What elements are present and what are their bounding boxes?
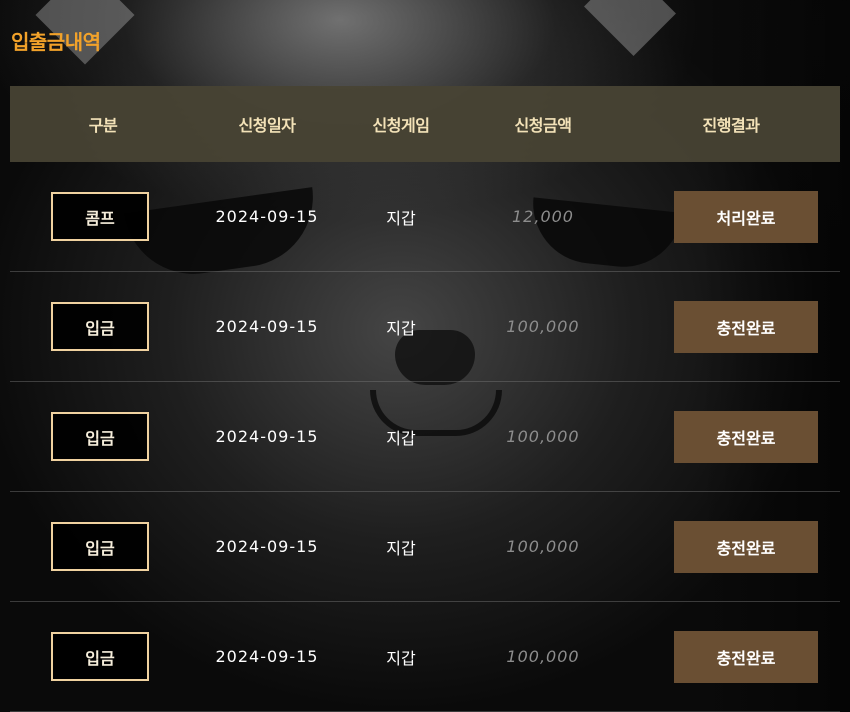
status-button[interactable]: 처리완료 [674, 190, 818, 243]
header-type: 구분 [88, 116, 118, 135]
type-badge: 입금 [51, 522, 149, 571]
type-badge: 입금 [51, 632, 149, 681]
table-header: 구분 신청일자 신청게임 신청금액 진행결과 [10, 86, 840, 162]
table-row: 입금 2024-09-15 지갑 100,000 충전완료 [10, 602, 840, 712]
request-date: 2024-09-15 [215, 426, 319, 446]
request-amount: 100,000 [506, 427, 580, 446]
table-row: 입금 2024-09-15 지갑 100,000 충전완료 [10, 272, 840, 382]
history-table: 구분 신청일자 신청게임 신청금액 진행결과 콤프 2024-09-15 지갑 … [10, 86, 840, 712]
status-button[interactable]: 충전완료 [674, 520, 818, 573]
request-date: 2024-09-15 [215, 316, 319, 336]
request-game: 지갑 [386, 538, 416, 558]
request-date: 2024-09-15 [215, 536, 319, 556]
request-amount: 12,000 [512, 207, 574, 226]
type-badge: 입금 [51, 302, 149, 351]
request-date: 2024-09-15 [215, 646, 319, 666]
table-row: 입금 2024-09-15 지갑 100,000 충전완료 [10, 382, 840, 492]
request-game: 지갑 [386, 428, 416, 448]
background-cat-ear-right [584, 0, 676, 56]
request-amount: 100,000 [506, 537, 580, 556]
header-game: 신청게임 [372, 116, 430, 135]
table-row: 입금 2024-09-15 지갑 100,000 충전완료 [10, 492, 840, 602]
status-button[interactable]: 충전완료 [674, 300, 818, 353]
header-date: 신청일자 [238, 116, 296, 135]
type-badge: 콤프 [51, 192, 149, 241]
table-body: 콤프 2024-09-15 지갑 12,000 처리완료 입금 2024-09-… [10, 162, 840, 712]
section-title: 입출금내역 [11, 30, 101, 54]
header-result: 진행결과 [702, 116, 760, 135]
status-button[interactable]: 충전완료 [674, 630, 818, 683]
request-game: 지갑 [386, 318, 416, 338]
status-button[interactable]: 충전완료 [674, 410, 818, 463]
request-date: 2024-09-15 [215, 206, 319, 226]
header-amount: 신청금액 [514, 116, 572, 135]
request-game: 지갑 [386, 648, 416, 668]
deposit-withdrawal-history-page: 입출금내역 구분 신청일자 신청게임 신청금액 진행결과 콤프 2024-09-… [0, 0, 850, 712]
type-badge: 입금 [51, 412, 149, 461]
table-row: 콤프 2024-09-15 지갑 12,000 처리완료 [10, 162, 840, 272]
request-amount: 100,000 [506, 317, 580, 336]
request-game: 지갑 [386, 208, 416, 228]
request-amount: 100,000 [506, 647, 580, 666]
